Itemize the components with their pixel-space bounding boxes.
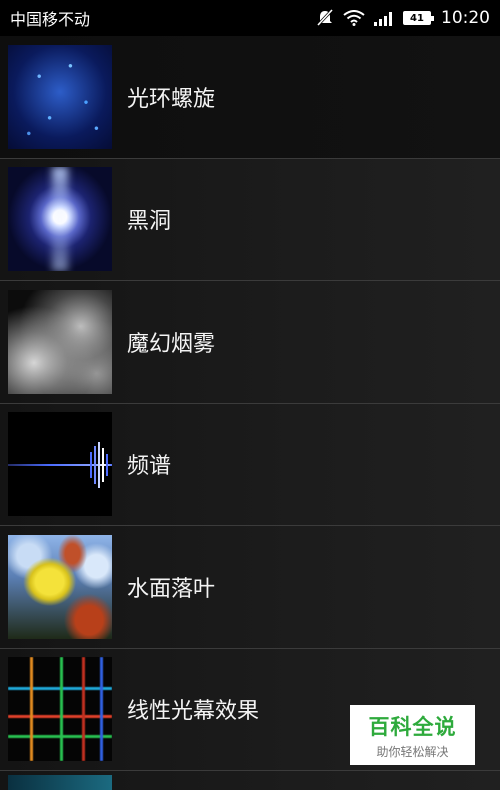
wallpaper-list: 光环螺旋 黑洞 魔幻烟雾 频谱 水面落叶 线性光幕效果 xyxy=(0,36,500,790)
list-item-label: 水面落叶 xyxy=(127,576,216,602)
wifi-icon xyxy=(343,10,365,26)
list-item[interactable] xyxy=(0,771,500,790)
status-icons: 41 10:20 xyxy=(315,8,490,28)
partial-thumbnail xyxy=(8,775,112,790)
list-item-label: 魔幻烟雾 xyxy=(127,331,216,357)
list-item[interactable]: 魔幻烟雾 xyxy=(0,281,500,404)
linear-light-curtain-thumbnail xyxy=(8,657,112,762)
list-item-label: 黑洞 xyxy=(127,209,172,235)
watermark-title: 百科全说 xyxy=(368,714,457,739)
list-item[interactable]: 黑洞 xyxy=(0,158,500,281)
signal-icon xyxy=(373,10,395,26)
status-bar: 中国移不动 41 10:20 xyxy=(0,0,500,36)
magic-smoke-thumbnail xyxy=(8,289,112,394)
list-item[interactable]: 水面落叶 xyxy=(0,526,500,649)
muted-bell-icon xyxy=(315,9,335,27)
list-item-label: 线性光幕效果 xyxy=(127,699,260,725)
watermark-logo: 百科全说 助你轻松解决 xyxy=(350,705,475,765)
list-item-label: 光环螺旋 xyxy=(127,86,216,112)
clock: 10:20 xyxy=(441,8,490,28)
carrier-name: 中国移不动 xyxy=(10,10,91,29)
watermark-subtitle: 助你轻松解决 xyxy=(376,744,449,759)
halo-spiral-thumbnail xyxy=(8,44,112,149)
list-item[interactable]: 频谱 xyxy=(0,403,500,526)
falling-leaves-thumbnail xyxy=(8,534,112,639)
list-item[interactable]: 光环螺旋 xyxy=(0,36,500,159)
black-hole-thumbnail xyxy=(8,167,112,272)
battery-indicator: 41 xyxy=(403,11,434,25)
spectrum-thumbnail xyxy=(8,412,112,517)
list-item-label: 频谱 xyxy=(127,454,172,480)
